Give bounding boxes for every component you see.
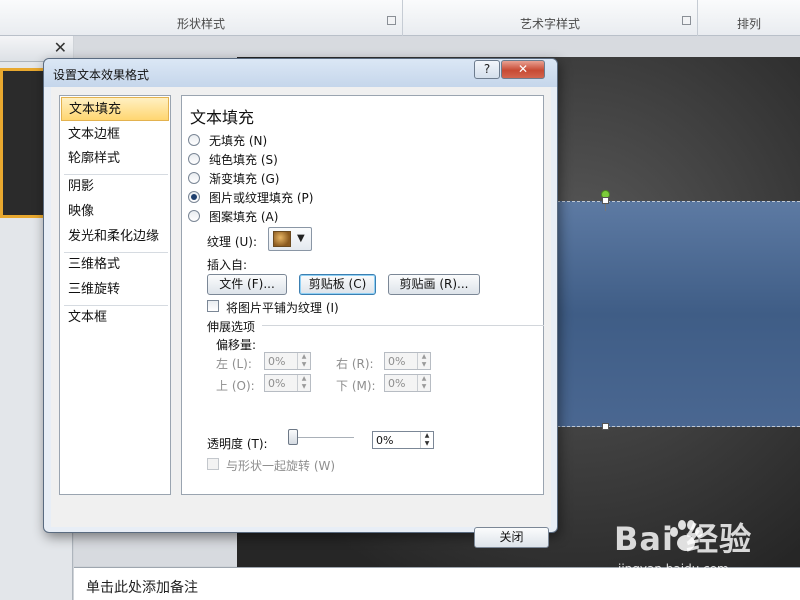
category-shadow[interactable]: 阴影 [61, 175, 169, 199]
ribbon-group-wordart-styles: 艺术字样式 [403, 0, 698, 36]
clipart-button[interactable]: 剪贴画 (R)... [388, 274, 480, 295]
section-divider [262, 325, 544, 326]
close-icon[interactable]: ✕ [501, 60, 545, 79]
dialog-titlebar[interactable]: 设置文本效果格式 ? ✕ [44, 59, 557, 87]
baidu-watermark: Bai 经验 jingyan.baidu.com [614, 514, 794, 582]
offset-bottom-label: 下 (M): [336, 379, 376, 393]
slide-thumbnail[interactable] [0, 68, 48, 218]
spinner-value: 0% [376, 434, 394, 447]
spinner-arrows[interactable]: ▲ ▼ [420, 432, 433, 448]
text-fill-panel: 文本填充 无填充 (N) 纯色填充 (S) 渐变填充 (G) 图片或纹理填充 (… [181, 95, 544, 495]
spinner-value: 0% [268, 355, 286, 368]
tile-label: 将图片平铺为纹理 (I) [226, 301, 339, 315]
file-button[interactable]: 文件 (F)... [207, 274, 287, 295]
clipboard-button[interactable]: 剪贴板 (C) [299, 274, 376, 295]
dialog-launcher-icon[interactable] [387, 16, 396, 25]
offset-label: 偏移量: [216, 338, 257, 352]
offset-right-label: 右 (R): [336, 357, 374, 371]
chevron-down-icon: ▼ [297, 233, 305, 244]
ribbon-group-bar: 形状样式 艺术字样式 排列 [0, 0, 800, 36]
radio-label: 无填充 (N) [209, 133, 268, 148]
radio-button[interactable] [188, 172, 200, 184]
radio-solid-fill[interactable]: 纯色填充 (S) [188, 150, 278, 168]
watermark-url: jingyan.baidu.com [618, 562, 729, 576]
dialog-launcher-icon[interactable] [682, 16, 691, 25]
stretch-options-label: 伸展选项 [207, 320, 256, 334]
offset-top-label: 上 (O): [216, 379, 255, 393]
radio-label: 图案填充 (A) [209, 209, 279, 224]
notes-placeholder: 单击此处添加备注 [86, 580, 198, 596]
transparency-spinner[interactable]: 0% ▲ ▼ [372, 431, 434, 449]
offset-right-spinner[interactable]: 0% ▲ ▼ [384, 352, 431, 370]
radio-pattern-fill[interactable]: 图案填充 (A) [188, 207, 278, 225]
offset-left-label: 左 (L): [216, 357, 252, 371]
category-outline-style[interactable]: 轮廓样式 [61, 147, 169, 171]
tile-checkbox[interactable] [207, 300, 219, 312]
ribbon-group-label: 排列 [736, 17, 761, 31]
rotate-with-shape-checkbox[interactable] [207, 458, 219, 470]
close-icon[interactable]: ✕ [54, 38, 67, 57]
radio-no-fill[interactable]: 无填充 (N) [188, 131, 267, 149]
dialog-content: 文本填充 文本边框 轮廓样式 阴影 映像 发光和柔化边缘 三维格式 三维旋转 文… [51, 87, 551, 548]
radio-label: 纯色填充 (S) [209, 152, 278, 167]
category-glow-soft-edges[interactable]: 发光和柔化边缘 [61, 225, 169, 249]
spinner-arrows[interactable]: ▲ ▼ [297, 353, 310, 369]
spinner-value: 0% [268, 377, 286, 390]
resize-handle-bottom[interactable] [602, 423, 609, 430]
category-text-box[interactable]: 文本框 [61, 306, 169, 330]
radio-gradient-fill[interactable]: 渐变填充 (G) [188, 169, 279, 187]
category-3d-rotation[interactable]: 三维旋转 [61, 278, 169, 302]
help-icon[interactable]: ? [474, 60, 500, 79]
radio-button-selected[interactable] [188, 191, 200, 203]
radio-button[interactable] [188, 210, 200, 222]
spinner-arrows[interactable]: ▲ ▼ [297, 375, 310, 391]
resize-handle-top[interactable] [602, 197, 609, 204]
category-text-outline[interactable]: 文本边框 [61, 123, 169, 147]
panel-title: 文本填充 [190, 108, 255, 127]
spinner-arrows[interactable]: ▲ ▼ [417, 353, 430, 369]
rotate-with-shape-label: 与形状一起旋转 (W) [226, 459, 336, 473]
format-text-effects-dialog: 设置文本效果格式 ? ✕ 文本填充 文本边框 轮廓样式 阴影 映像 发光和柔化边… [43, 58, 558, 548]
radio-label: 渐变填充 (G) [209, 171, 280, 186]
transparency-label: 透明度 (T): [207, 437, 268, 451]
category-reflection[interactable]: 映像 [61, 200, 169, 224]
dialog-title: 设置文本效果格式 [53, 68, 150, 82]
transparency-slider-track[interactable] [292, 437, 354, 439]
category-text-fill[interactable]: 文本填充 [61, 97, 169, 121]
category-list: 文本填充 文本边框 轮廓样式 阴影 映像 发光和柔化边缘 三维格式 三维旋转 文… [59, 95, 171, 495]
category-3d-format[interactable]: 三维格式 [61, 253, 169, 277]
radio-button[interactable] [188, 153, 200, 165]
ribbon-group-arrange: 排列 [698, 0, 800, 36]
spinner-value: 0% [388, 377, 406, 390]
ribbon-group-label: 形状样式 [176, 17, 225, 31]
ribbon-group-shape-styles: 形状样式 [0, 0, 403, 36]
radio-button[interactable] [188, 134, 200, 146]
texture-swatch-icon [273, 231, 291, 247]
close-button[interactable]: 关闭 [474, 527, 549, 548]
spinner-arrows[interactable]: ▲ ▼ [417, 375, 430, 391]
texture-dropdown[interactable]: ▼ [268, 227, 312, 251]
radio-picture-texture-fill[interactable]: 图片或纹理填充 (P) [188, 188, 313, 206]
spinner-value: 0% [388, 355, 406, 368]
transparency-slider-thumb[interactable] [288, 429, 298, 445]
ribbon-group-label: 艺术字样式 [519, 17, 580, 31]
insert-from-label: 插入自: [207, 258, 248, 272]
texture-label: 纹理 (U): [207, 235, 258, 249]
offset-bottom-spinner[interactable]: 0% ▲ ▼ [384, 374, 431, 392]
offset-left-spinner[interactable]: 0% ▲ ▼ [264, 352, 311, 370]
offset-top-spinner[interactable]: 0% ▲ ▼ [264, 374, 311, 392]
radio-label: 图片或纹理填充 (P) [209, 190, 314, 205]
baidu-paw-icon [670, 520, 703, 551]
